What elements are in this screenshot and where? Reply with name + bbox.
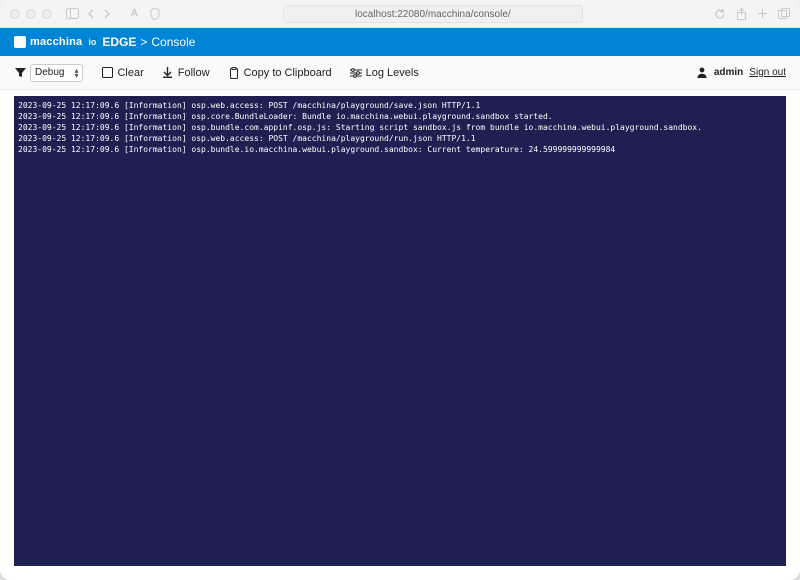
maximize-window-button[interactable] [42,9,52,19]
follow-icon [162,67,174,79]
signout-link[interactable]: Sign out [749,67,786,78]
new-tab-icon[interactable] [757,8,768,19]
browser-window: A localhost:22080/macchina/console/ ma [0,0,800,580]
titlebar: A localhost:22080/macchina/console/ [0,0,800,28]
brand-sub: io [88,37,96,47]
share-icon[interactable] [736,8,747,20]
loglevel-selected: Debug [35,67,64,78]
minimize-window-button[interactable] [26,9,36,19]
crumb-sep: > [140,35,147,49]
text-size-icon[interactable]: A [131,9,138,19]
console-toolbar: Debug ▴▾ Clear Follow Copy to Clipboard [0,56,800,90]
log-line: 2023-09-25 12:17:09.6 [Information] osp.… [18,133,782,144]
back-button[interactable] [87,9,95,19]
user-icon [696,67,708,79]
log-line: 2023-09-25 12:17:09.6 [Information] osp.… [18,144,782,155]
console-wrap: 2023-09-25 12:17:09.6 [Information] osp.… [0,90,800,580]
tabs-icon[interactable] [778,8,790,19]
sidebar-toggle-icon[interactable] [66,8,79,19]
clear-icon [101,67,113,79]
follow-button[interactable]: Follow [162,67,210,79]
url-field[interactable]: localhost:22080/macchina/console/ [283,5,583,23]
close-window-button[interactable] [10,9,20,19]
loglevels-button[interactable]: Log Levels [350,67,419,79]
forward-button[interactable] [103,9,111,19]
shield-icon[interactable] [150,8,160,20]
sliders-icon [350,67,362,79]
user-name: admin [714,67,743,78]
console-output[interactable]: 2023-09-25 12:17:09.6 [Information] osp.… [14,96,786,566]
loglevels-label: Log Levels [366,67,419,79]
log-line: 2023-09-25 12:17:09.6 [Information] osp.… [18,122,782,133]
copy-button[interactable]: Copy to Clipboard [228,67,332,79]
brand-logo-icon [14,36,26,48]
clear-button[interactable]: Clear [101,67,143,79]
brand-name: macchina [30,36,82,48]
reload-icon[interactable] [714,8,726,20]
app-header: macchina io EDGE > Console [0,28,800,56]
breadcrumb-console[interactable]: Console [151,35,195,49]
loglevel-select[interactable]: Debug ▴▾ [14,64,83,82]
clear-label: Clear [117,67,143,79]
brand-edge: EDGE [102,35,136,49]
copy-label: Copy to Clipboard [244,67,332,79]
window-controls [10,9,52,19]
log-line: 2023-09-25 12:17:09.6 [Information] osp.… [18,111,782,122]
select-caret-icon: ▴▾ [74,68,78,78]
follow-label: Follow [178,67,210,79]
log-line: 2023-09-25 12:17:09.6 [Information] osp.… [18,100,782,111]
brand[interactable]: macchina io [14,36,96,48]
filter-icon [14,67,26,79]
clipboard-icon [228,67,240,79]
nav-buttons [66,8,111,19]
user-box: admin Sign out [696,67,786,79]
